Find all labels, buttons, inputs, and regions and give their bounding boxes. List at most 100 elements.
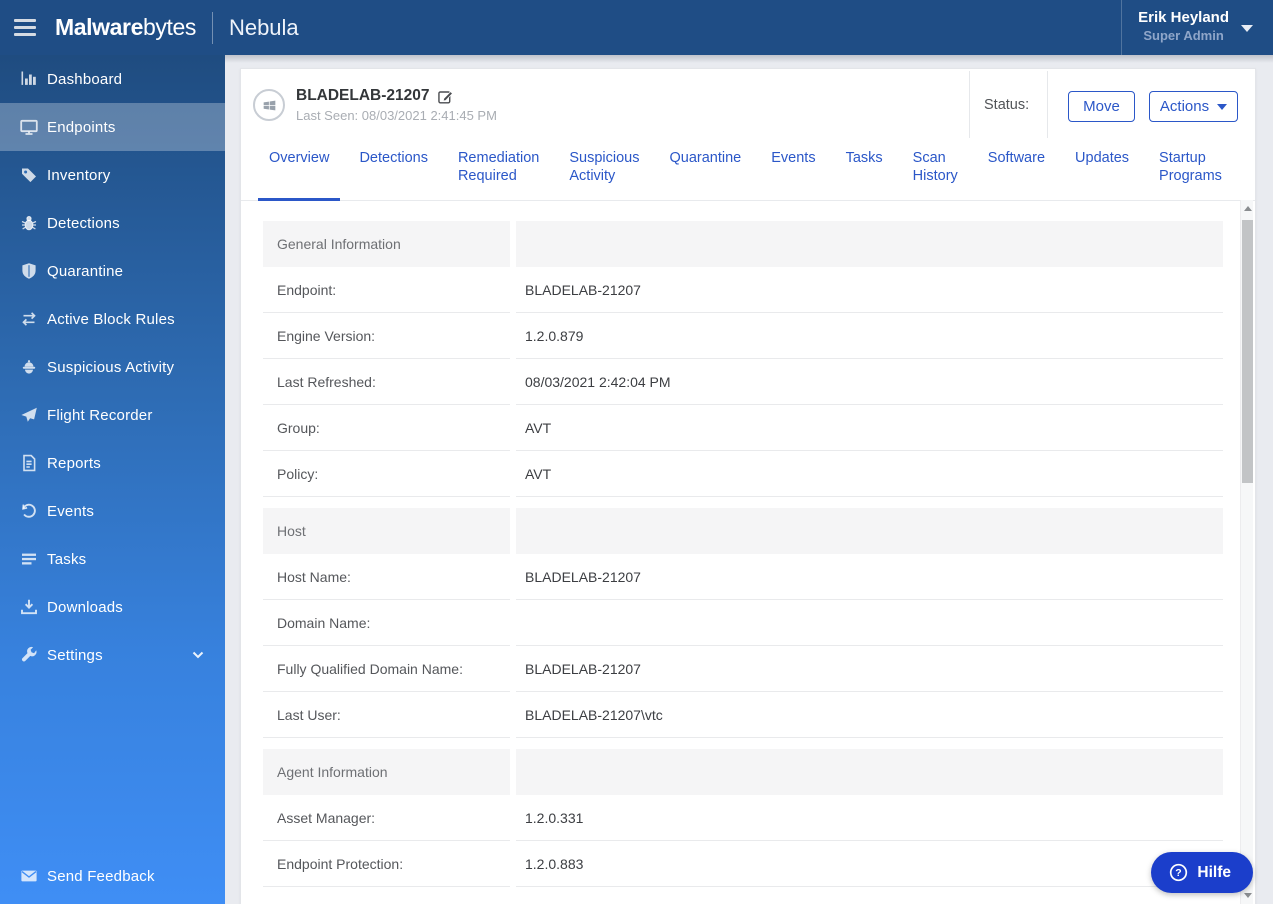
row-value: BLADELAB-21207 bbox=[516, 267, 1223, 313]
row-label: Endpoint Protection: bbox=[263, 841, 510, 887]
sidebar-item-label: Send Feedback bbox=[47, 867, 155, 885]
sidebar-item-downloads[interactable]: Downloads bbox=[0, 583, 225, 631]
help-button[interactable]: ? Hilfe bbox=[1151, 852, 1253, 893]
row-label: Host Name: bbox=[263, 554, 510, 600]
table-row: Host Name: BLADELAB-21207 bbox=[263, 554, 1223, 600]
table-row: Asset Manager: 1.2.0.331 bbox=[263, 795, 1223, 841]
sidebar-item-quarantine[interactable]: Quarantine bbox=[0, 247, 225, 295]
sidebar-item-dashboard[interactable]: Dashboard bbox=[0, 55, 225, 103]
help-button-label: Hilfe bbox=[1197, 863, 1231, 881]
tab-label-line: Tasks bbox=[845, 150, 883, 166]
section-title: Agent Information bbox=[263, 749, 510, 795]
topbar: Malwarebytes Nebula Erik Heyland Super A… bbox=[0, 0, 1273, 55]
row-value: AVT bbox=[516, 405, 1223, 451]
details-section-agent-information: Agent Information Asset Manager: 1.2.0.331… bbox=[263, 749, 1223, 904]
tab-events[interactable]: Events bbox=[771, 140, 815, 200]
brand-light: bytes bbox=[142, 14, 196, 40]
table-row: Last Refreshed: 08/03/2021 2:42:04 PM bbox=[263, 359, 1223, 405]
tab-label-line: Quarantine bbox=[669, 150, 742, 166]
row-label: Fully Qualified Domain Name: bbox=[263, 646, 510, 692]
user-caret-down-icon[interactable] bbox=[1241, 25, 1253, 32]
details-section-general-information: General Information Endpoint: BLADELAB-212… bbox=[263, 221, 1223, 497]
sidebar-item-label: Suspicious Activity bbox=[47, 358, 175, 376]
tab-label-line: Suspicious bbox=[569, 150, 640, 166]
table-row: Domain Name: bbox=[263, 600, 1223, 646]
row-value: 1.2.0.331 bbox=[516, 795, 1223, 841]
user-divider bbox=[1121, 0, 1122, 55]
brand-bold: Malware bbox=[55, 14, 143, 40]
sidebar-item-detections[interactable]: Detections bbox=[0, 199, 225, 247]
table-row: Endpoint: BLADELAB-21207 bbox=[263, 267, 1223, 313]
download-icon bbox=[20, 598, 38, 616]
tab-remediation-required[interactable]: Remediation Required bbox=[458, 140, 539, 200]
sidebar-item-label: Quarantine bbox=[47, 262, 124, 280]
scroll-down-icon[interactable] bbox=[1244, 893, 1252, 898]
sidebar-item-label: Events bbox=[47, 502, 95, 520]
row-value: 1.2.0.883 bbox=[516, 841, 1223, 887]
tab-overview[interactable]: Overview bbox=[257, 140, 341, 201]
sidebar-item-label: Active Block Rules bbox=[47, 310, 175, 328]
sidebar-footer: Send Feedback bbox=[0, 852, 225, 900]
sidebar-item-send-feedback[interactable]: Send Feedback bbox=[0, 852, 225, 900]
tab-detections[interactable]: Detections bbox=[359, 140, 428, 200]
user-menu[interactable]: Erik Heyland Super Admin bbox=[1138, 8, 1229, 44]
tab-label-line: Activity bbox=[569, 168, 616, 184]
sidebar-item-tasks[interactable]: Tasks bbox=[0, 535, 225, 583]
sidebar-item-endpoints[interactable]: Endpoints bbox=[0, 103, 225, 151]
tab-startup-programs[interactable]: Startup Programs bbox=[1159, 140, 1222, 200]
sidebar-item-label: Detections bbox=[47, 214, 120, 232]
section-title: General Information bbox=[263, 221, 510, 267]
sidebar-item-flight-recorder[interactable]: Flight Recorder bbox=[0, 391, 225, 439]
vertical-scrollbar[interactable] bbox=[1240, 200, 1253, 904]
scroll-up-icon[interactable] bbox=[1244, 206, 1252, 211]
sidebar-item-label: Settings bbox=[47, 646, 103, 664]
tab-label-line: Overview bbox=[269, 150, 330, 166]
sidebar-item-suspicious-activity[interactable]: Suspicious Activity bbox=[0, 343, 225, 391]
tab-label-line: Required bbox=[457, 168, 517, 184]
swap-arrows-icon bbox=[20, 310, 38, 328]
row-label: Policy: bbox=[263, 451, 510, 497]
sidebar-item-inventory[interactable]: Inventory bbox=[0, 151, 225, 199]
row-label: Domain Name: bbox=[263, 600, 510, 646]
tab-quarantine[interactable]: Quarantine bbox=[670, 140, 742, 200]
row-value bbox=[516, 887, 1223, 904]
row-value: 1.2.0.879 bbox=[516, 313, 1223, 359]
tab-label-line: Scan bbox=[912, 150, 946, 166]
tab-label-line: Events bbox=[771, 150, 816, 166]
menu-icon[interactable] bbox=[14, 15, 36, 40]
scrollbar-thumb[interactable] bbox=[1242, 220, 1253, 483]
tag-icon bbox=[20, 166, 38, 184]
sidebar: Dashboard Endpoints Inventory Detections Qua… bbox=[0, 55, 225, 904]
chevron-down-icon bbox=[191, 648, 205, 662]
monitor-icon bbox=[20, 118, 38, 136]
move-button[interactable]: Move bbox=[1068, 91, 1135, 122]
sidebar-item-label: Inventory bbox=[47, 166, 111, 184]
sidebar-item-label: Endpoints bbox=[47, 118, 116, 136]
edit-icon[interactable] bbox=[437, 89, 453, 104]
tab-label-line: Programs bbox=[1159, 168, 1222, 184]
question-icon: ? bbox=[1169, 863, 1188, 882]
task-list-icon bbox=[20, 550, 38, 568]
sidebar-item-settings[interactable]: Settings bbox=[0, 631, 225, 679]
sidebar-item-label: Dashboard bbox=[47, 70, 123, 88]
table-row: Group: AVT bbox=[263, 405, 1223, 451]
actions-button[interactable]: Actions bbox=[1149, 91, 1238, 122]
tab-updates[interactable]: Updates bbox=[1075, 140, 1129, 200]
tab-tasks[interactable]: Tasks bbox=[846, 140, 883, 200]
sidebar-item-active-block-rules[interactable]: Active Block Rules bbox=[0, 295, 225, 343]
details-scroll-area: General Information Endpoint: BLADELAB-212… bbox=[241, 201, 1255, 904]
history-icon bbox=[20, 502, 38, 520]
bug-icon bbox=[20, 214, 38, 232]
tab-scan-history[interactable]: Scan History bbox=[913, 140, 958, 200]
tab-label-line: Detections bbox=[359, 150, 428, 166]
tab-software[interactable]: Software bbox=[988, 140, 1045, 200]
sidebar-item-reports[interactable]: Reports bbox=[0, 439, 225, 487]
product-name: Nebula bbox=[228, 14, 299, 40]
row-value: AVT bbox=[516, 451, 1223, 497]
sidebar-item-events[interactable]: Events bbox=[0, 487, 225, 535]
tab-suspicious-activity[interactable]: Suspicious Activity bbox=[569, 140, 639, 200]
row-label: Group: bbox=[263, 405, 510, 451]
details-section-host: Host Host Name: BLADELAB-21207 Domain Name:… bbox=[263, 508, 1223, 738]
section-header-row: Agent Information bbox=[263, 749, 1223, 795]
tab-label-line: Software bbox=[987, 150, 1046, 166]
